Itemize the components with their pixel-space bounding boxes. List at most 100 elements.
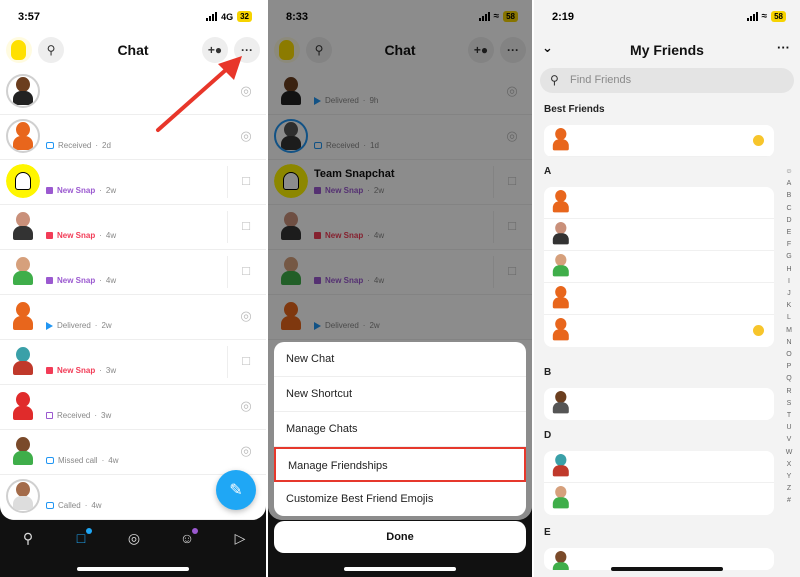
avatar (552, 318, 570, 341)
received-snap-icon (46, 412, 53, 419)
friend-row[interactable] (544, 388, 774, 420)
chat-status: Received · 2d (46, 141, 111, 150)
alphabet-letter[interactable]: G (782, 251, 796, 263)
alphabet-letter[interactable]: Z (782, 483, 796, 495)
alphabet-letter[interactable]: B (782, 190, 796, 202)
friend-row[interactable] (544, 283, 774, 315)
chat-bubble-icon[interactable]: □ (238, 263, 254, 279)
chat-bubble-icon[interactable]: □ (238, 218, 254, 234)
chat-row[interactable]: Missed call · 4w ◎ (0, 430, 266, 475)
home-indicator (77, 567, 189, 571)
section-title: Best Friends (544, 104, 605, 115)
chat-screen-dimmed: 8:33 ≈ 58 ⚲ Chat +● ··· Delivered·9h ◎ (268, 0, 532, 520)
spotlight-tab[interactable]: ▷ (230, 528, 250, 548)
chat-row[interactable]: Received · 3w ◎ (0, 385, 266, 430)
alphabet-letter[interactable]: E (782, 227, 796, 239)
more-button[interactable]: ··· (234, 37, 260, 63)
friend-row[interactable] (544, 187, 774, 219)
alphabet-index[interactable]: ☺ A B C D E F G H I J K L M N O P Q R S T U V W X Y Z # (782, 166, 796, 508)
camera-icon[interactable]: ◎ (238, 398, 254, 414)
alphabet-letter[interactable]: M (782, 325, 796, 337)
alphabet-letter[interactable]: N (782, 337, 796, 349)
chat-row[interactable]: New Snap · 4w □ (0, 205, 266, 250)
alphabet-letter[interactable]: F (782, 239, 796, 251)
alphabet-letter[interactable]: K (782, 300, 796, 312)
friend-row[interactable] (544, 219, 774, 251)
alphabet-letter[interactable]: O (782, 349, 796, 361)
camera-icon[interactable]: ◎ (238, 83, 254, 99)
home-indicator (344, 567, 456, 571)
alphabet-letter[interactable]: L (782, 312, 796, 324)
alphabet-letter[interactable]: Y (782, 471, 796, 483)
friend-row[interactable] (544, 125, 774, 157)
alphabet-letter[interactable]: C (782, 203, 796, 215)
alphabet-letter[interactable]: T (782, 410, 796, 422)
friend-row[interactable] (544, 315, 774, 347)
menu-item-manage-friendships[interactable]: Manage Friendships (274, 447, 526, 482)
page-title: My Friends (630, 42, 704, 58)
new-snap-icon (46, 277, 53, 284)
avatar (552, 128, 570, 151)
best-friends-list (544, 125, 774, 157)
friends-list-b (544, 388, 774, 420)
menu-item-customize-emojis[interactable]: Customize Best Friend Emojis (274, 482, 526, 516)
avatar (552, 454, 570, 477)
done-button[interactable]: Done (274, 521, 526, 553)
chat-status: New Snap · 4w (46, 276, 116, 285)
alphabet-letter[interactable]: R (782, 386, 796, 398)
new-snap-icon (46, 367, 53, 374)
chat-row[interactable]: ◎ (0, 70, 266, 115)
search-icon: ⚲ (550, 73, 559, 87)
chat-row[interactable]: Received · 2d ◎ (0, 115, 266, 160)
alphabet-letter[interactable]: # (782, 495, 796, 507)
chat-row[interactable]: Delivered · 2w ◎ (0, 295, 266, 340)
friend-row[interactable] (544, 451, 774, 483)
camera-icon: ◎ (127, 530, 141, 546)
alphabet-letter[interactable]: S (782, 398, 796, 410)
menu-item-new-chat[interactable]: New Chat (274, 342, 526, 377)
home-indicator (611, 567, 723, 571)
chat-row[interactable]: New Snap · 4w □ (0, 250, 266, 295)
my-friends-panel: 2:19 ≈ 58 ⌄ My Friends ··· Find Friends … (534, 0, 800, 577)
camera-icon[interactable]: ◎ (238, 308, 254, 324)
add-friend-button[interactable]: +● (202, 37, 228, 63)
chat-row[interactable]: New Snap · 3w □ (0, 340, 266, 385)
section-title: B (544, 367, 552, 378)
friend-row[interactable] (544, 251, 774, 283)
map-tab[interactable]: ⚲ (18, 528, 38, 548)
camera-tab[interactable]: ◎ (124, 528, 144, 548)
new-snap-icon (46, 232, 53, 239)
battery-badge: 58 (771, 11, 786, 22)
alphabet-letter[interactable]: W (782, 447, 796, 459)
chat-row[interactable]: New Snap · 2w □ (0, 160, 266, 205)
alphabet-letter[interactable]: P (782, 361, 796, 373)
chat-bubble-icon[interactable]: □ (238, 353, 254, 369)
alphabet-letter[interactable]: V (782, 434, 796, 446)
alphabet-letter[interactable]: X (782, 459, 796, 471)
alphabet-letter[interactable]: I (782, 276, 796, 288)
avatar (552, 551, 570, 570)
friends-list-d (544, 451, 774, 515)
friend-row[interactable] (544, 483, 774, 515)
best-friend-emoji-icon (753, 325, 764, 336)
search-input[interactable]: Find Friends (540, 68, 794, 93)
alphabet-letter[interactable]: D (782, 215, 796, 227)
alphabet-letter[interactable]: Q (782, 373, 796, 385)
camera-icon[interactable]: ◎ (238, 443, 254, 459)
more-button[interactable]: ··· (777, 40, 790, 55)
new-snap-icon (46, 187, 53, 194)
chat-screen-panel: 3:57 4G 32 ⚲ Chat +● ··· ◎ Received · 2d… (0, 0, 266, 577)
camera-icon[interactable]: ◎ (238, 128, 254, 144)
menu-item-manage-chats[interactable]: Manage Chats (274, 412, 526, 447)
alphabet-letter[interactable]: ☺ (782, 166, 796, 178)
alphabet-letter[interactable]: U (782, 422, 796, 434)
new-chat-button[interactable]: ✎ (216, 470, 256, 510)
status-time: 3:57 (18, 11, 41, 23)
bottom-tab-bar: ⚲ □ ◎ ☺ ▷ (0, 520, 266, 577)
play-icon: ▷ (234, 530, 246, 546)
chat-bubble-icon[interactable]: □ (238, 173, 254, 189)
menu-item-new-shortcut[interactable]: New Shortcut (274, 377, 526, 412)
alphabet-letter[interactable]: J (782, 288, 796, 300)
alphabet-letter[interactable]: A (782, 178, 796, 190)
alphabet-letter[interactable]: H (782, 264, 796, 276)
